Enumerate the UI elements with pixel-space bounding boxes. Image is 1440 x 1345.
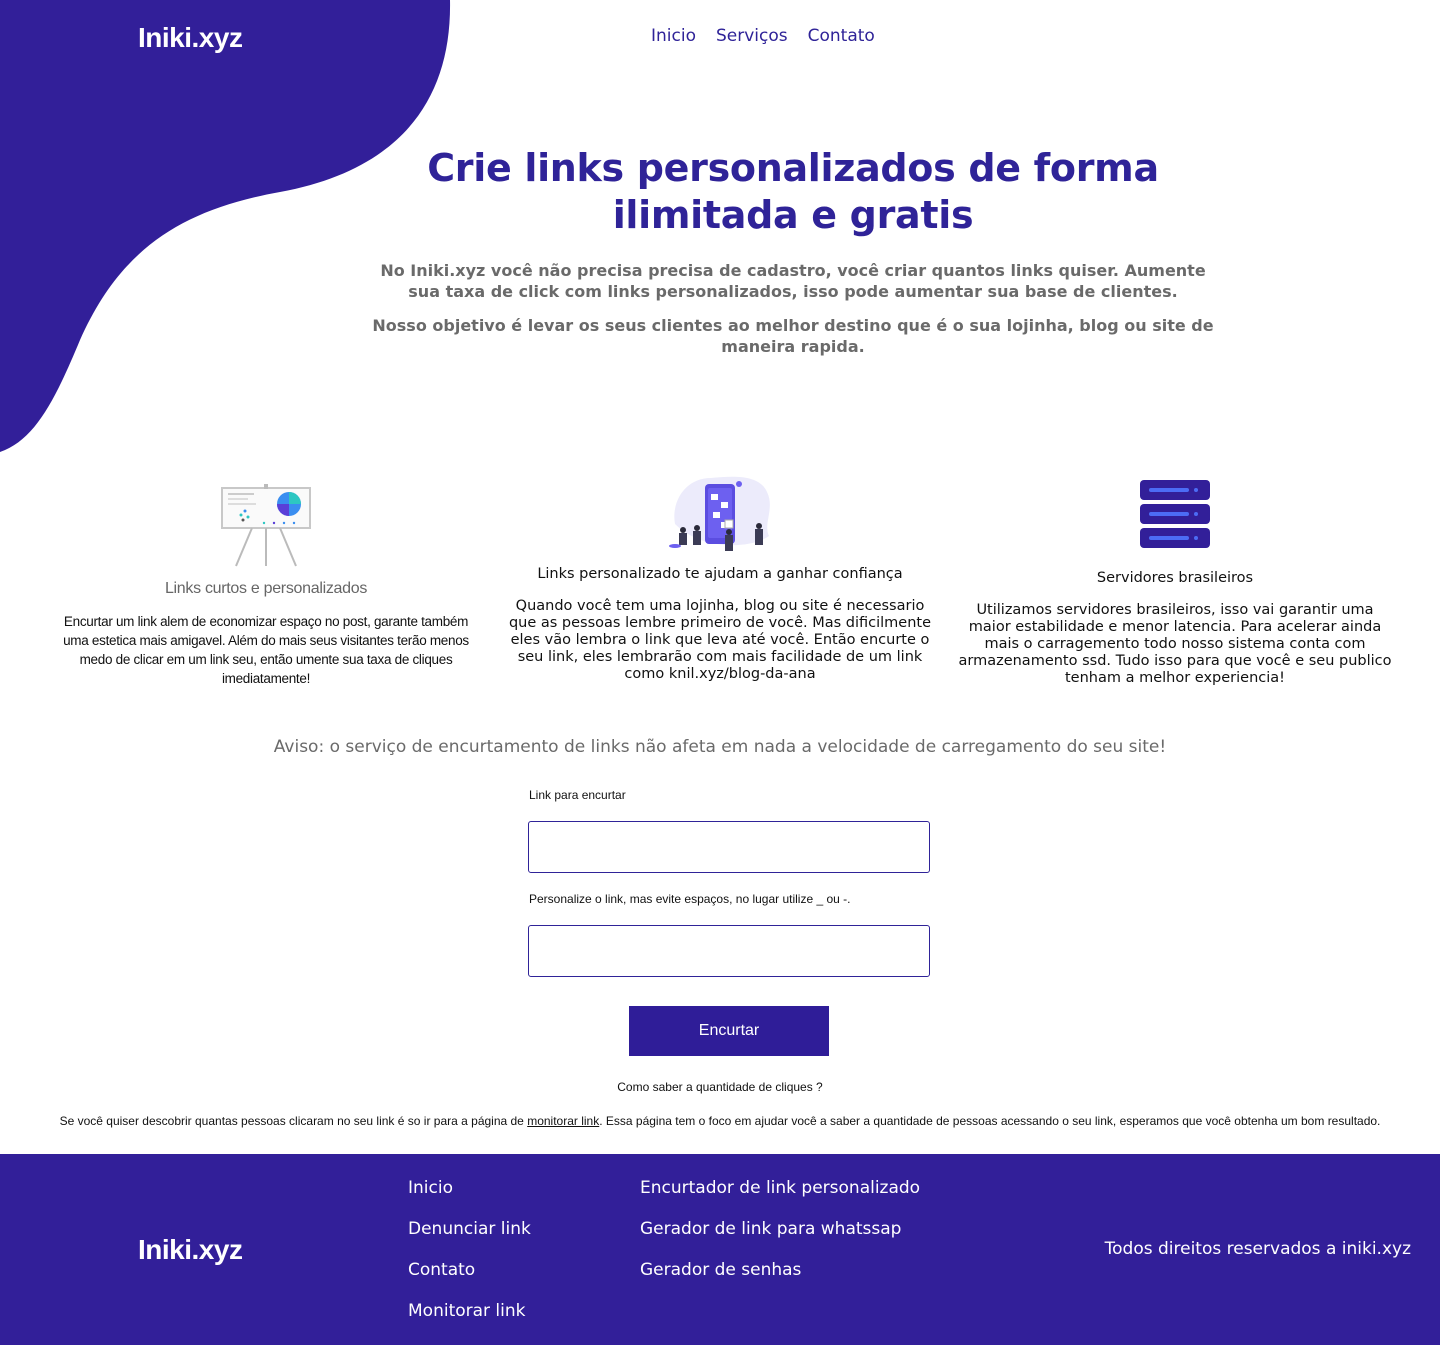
custom-link-input[interactable] bbox=[528, 925, 930, 977]
link-input-label: Link para encurtar bbox=[529, 788, 626, 802]
clicks-question: Como saber a quantidade de cliques ? bbox=[617, 1080, 823, 1094]
feature-short-links: Links curtos e personalizados Encurtar u… bbox=[50, 482, 482, 688]
footer-nav-main: Inicio Denunciar link Contato Monitorar … bbox=[408, 1177, 531, 1322]
nav-servicos[interactable]: Serviços bbox=[716, 26, 788, 46]
footer-link-contato[interactable]: Contato bbox=[408, 1259, 531, 1281]
speed-notice: Aviso: o serviço de encurtamento de link… bbox=[273, 737, 1167, 757]
footer-nav-tools: Encurtador de link personalizado Gerador… bbox=[640, 1177, 920, 1281]
nav-inicio[interactable]: Inicio bbox=[651, 26, 696, 46]
feature-title: Links curtos e personalizados bbox=[164, 580, 368, 597]
hero-objective: Nosso objetivo é levar os seus clientes … bbox=[372, 316, 1214, 356]
feature-text: Quando você tem uma lojinha, blog ou sit… bbox=[508, 598, 932, 682]
feature-text: Encurtar um link alem de economizar espa… bbox=[63, 614, 469, 686]
footer-logo[interactable]: Iniki.xyz bbox=[138, 1234, 243, 1266]
footer-link-denunciar[interactable]: Denunciar link bbox=[408, 1218, 531, 1240]
feature-text: Utilizamos servidores brasileiros, isso … bbox=[958, 602, 1392, 686]
monitor-link[interactable]: monitorar link bbox=[527, 1114, 599, 1128]
nav-contato[interactable]: Contato bbox=[808, 26, 875, 46]
clicks-desc-after: . Essa página tem o foco em ajudar você … bbox=[599, 1114, 1381, 1128]
footer-link-senhas[interactable]: Gerador de senhas bbox=[640, 1259, 920, 1281]
phone-team-icon bbox=[669, 476, 770, 551]
main-nav: Inicio Serviços Contato bbox=[651, 26, 875, 46]
shorten-button[interactable]: Encurtar bbox=[629, 1006, 829, 1056]
feature-servers: Servidores brasileiros Utilizamos servid… bbox=[955, 478, 1395, 687]
hero-description: No Iniki.xyz você não precisa precisa de… bbox=[380, 261, 1206, 301]
clicks-description: Se você quiser descobrir quantas pessoas… bbox=[0, 1114, 1440, 1128]
feature-title: Links personalizado te ajudam a ganhar c… bbox=[537, 566, 903, 582]
footer-link-encurtador[interactable]: Encurtador de link personalizado bbox=[640, 1177, 920, 1199]
server-stack-icon bbox=[1140, 480, 1210, 548]
copyright-text: Todos direitos reservados a iniki.xyz bbox=[1104, 1239, 1411, 1259]
custom-link-label: Personalize o link, mas evite espaços, n… bbox=[529, 892, 851, 906]
clicks-desc-before: Se você quiser descobrir quantas pessoas… bbox=[59, 1114, 528, 1128]
link-input[interactable] bbox=[528, 821, 930, 873]
footer-link-whatsapp[interactable]: Gerador de link para whatssap bbox=[640, 1218, 920, 1240]
feature-trust: Links personalizado te ajudam a ganhar c… bbox=[500, 472, 940, 683]
presentation-chart-icon bbox=[221, 484, 311, 567]
site-logo[interactable]: Iniki.xyz bbox=[138, 22, 243, 54]
hero-title: Crie links personalizados de forma ilimi… bbox=[427, 146, 1159, 237]
footer-link-inicio[interactable]: Inicio bbox=[408, 1177, 531, 1199]
footer-link-monitorar[interactable]: Monitorar link bbox=[408, 1300, 531, 1322]
feature-title: Servidores brasileiros bbox=[1096, 570, 1254, 586]
